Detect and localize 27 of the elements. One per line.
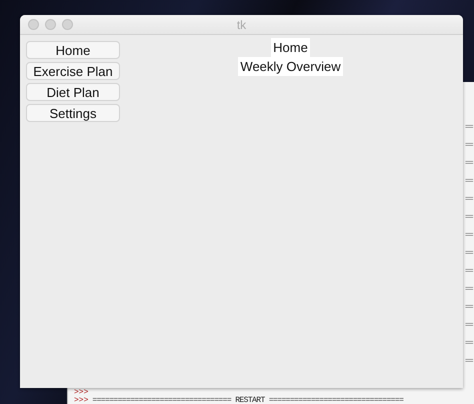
shell-text: == — [465, 176, 473, 188]
window-control-icon[interactable] — [62, 19, 73, 30]
shell-text: == — [465, 140, 473, 152]
window-title: tk — [236, 18, 246, 32]
shell-text: == — [465, 356, 473, 368]
shell-text: ================================= RESTART ================================ — [92, 396, 404, 404]
window-control-icon[interactable] — [45, 19, 56, 30]
nav-button[interactable]: Home — [26, 41, 120, 59]
shell-text: == — [465, 122, 473, 134]
shell-text: == — [465, 320, 473, 332]
heading-label: Home — [271, 38, 310, 57]
shell-prompt: >>> — [74, 389, 88, 396]
shell-prompt: >>> — [74, 396, 88, 404]
heading-label: Weekly Overview — [238, 57, 343, 76]
shell-text: == — [465, 302, 473, 314]
nav-button[interactable]: Exercise Plan — [26, 62, 120, 80]
shell-text: == — [465, 194, 473, 206]
nav-button[interactable]: Settings — [26, 104, 120, 122]
shell-text: == — [465, 284, 473, 296]
nav-button[interactable]: Diet Plan — [26, 83, 120, 101]
window-control-icon[interactable] — [28, 19, 39, 30]
shell-text: == — [465, 212, 473, 224]
shell-text: == — [465, 230, 473, 242]
shell-text: == — [465, 338, 473, 350]
shell-text: == — [465, 266, 473, 278]
shell-text: == — [465, 158, 473, 170]
shell-text: == — [465, 248, 473, 260]
